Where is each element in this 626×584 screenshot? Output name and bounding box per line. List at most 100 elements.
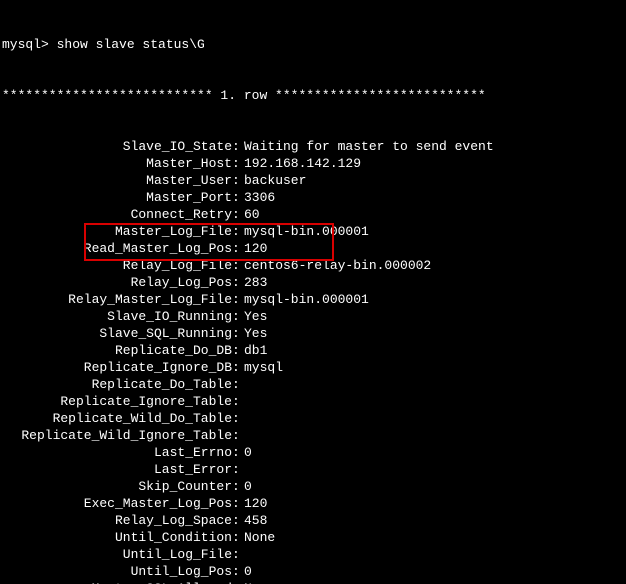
field-separator: : <box>232 376 244 393</box>
status-row: Master_User: backuser <box>0 172 626 189</box>
field-value <box>244 546 626 563</box>
status-row: Replicate_Wild_Do_Table: <box>0 410 626 427</box>
field-value: No <box>244 580 626 584</box>
status-row: Replicate_Ignore_Table: <box>0 393 626 410</box>
field-separator: : <box>232 172 244 189</box>
field-label: Until_Condition <box>0 529 232 546</box>
field-label: Replicate_Wild_Do_Table <box>0 410 232 427</box>
field-separator: : <box>232 580 244 584</box>
field-value: 192.168.142.129 <box>244 155 626 172</box>
field-value: 60 <box>244 206 626 223</box>
field-value: 0 <box>244 478 626 495</box>
field-separator: : <box>232 342 244 359</box>
field-label: Slave_SQL_Running <box>0 325 232 342</box>
status-row: Replicate_Do_Table: <box>0 376 626 393</box>
row-header: *************************** 1. row *****… <box>0 87 626 104</box>
status-row: Master_Port: 3306 <box>0 189 626 206</box>
status-row: Last_Error: <box>0 461 626 478</box>
field-separator: : <box>232 444 244 461</box>
field-label: Relay_Log_Pos <box>0 274 232 291</box>
field-separator: : <box>232 393 244 410</box>
field-value <box>244 427 626 444</box>
field-value: 283 <box>244 274 626 291</box>
field-separator: : <box>232 274 244 291</box>
field-value: backuser <box>244 172 626 189</box>
field-label: Replicate_Wild_Ignore_Table <box>0 427 232 444</box>
field-separator: : <box>232 512 244 529</box>
field-separator: : <box>232 291 244 308</box>
terminal-output: mysql> show slave status\G *************… <box>0 0 626 584</box>
field-value: centos6-relay-bin.000002 <box>244 257 626 274</box>
status-fields: Slave_IO_State: Waiting for master to se… <box>0 138 626 584</box>
field-label: Replicate_Do_DB <box>0 342 232 359</box>
field-separator: : <box>232 308 244 325</box>
status-row: Slave_IO_Running: Yes <box>0 308 626 325</box>
field-separator: : <box>232 495 244 512</box>
field-label: Relay_Log_File <box>0 257 232 274</box>
field-value <box>244 461 626 478</box>
status-row: Relay_Log_File: centos6-relay-bin.000002 <box>0 257 626 274</box>
field-label: Until_Log_Pos <box>0 563 232 580</box>
status-row: Replicate_Do_DB: db1 <box>0 342 626 359</box>
field-label: Last_Errno <box>0 444 232 461</box>
field-value: db1 <box>244 342 626 359</box>
status-row: Last_Errno: 0 <box>0 444 626 461</box>
status-row: Until_Log_File: <box>0 546 626 563</box>
field-label: Master_Host <box>0 155 232 172</box>
field-label: Master_SSL_Allowed <box>0 580 232 584</box>
field-value: Yes <box>244 325 626 342</box>
field-value <box>244 393 626 410</box>
field-value: Waiting for master to send event <box>244 138 626 155</box>
field-value: 458 <box>244 512 626 529</box>
status-row: Master_Log_File: mysql-bin.000001 <box>0 223 626 240</box>
field-label: Relay_Log_Space <box>0 512 232 529</box>
field-label: Read_Master_Log_Pos <box>0 240 232 257</box>
field-separator: : <box>232 529 244 546</box>
field-label: Replicate_Ignore_DB <box>0 359 232 376</box>
status-row: Exec_Master_Log_Pos: 120 <box>0 495 626 512</box>
field-value: 3306 <box>244 189 626 206</box>
field-label: Until_Log_File <box>0 546 232 563</box>
field-value: Yes <box>244 308 626 325</box>
field-value: 120 <box>244 240 626 257</box>
field-value <box>244 376 626 393</box>
field-separator: : <box>232 189 244 206</box>
status-row: Replicate_Ignore_DB: mysql <box>0 359 626 376</box>
status-row: Relay_Log_Pos: 283 <box>0 274 626 291</box>
field-separator: : <box>232 240 244 257</box>
field-separator: : <box>232 563 244 580</box>
field-label: Relay_Master_Log_File <box>0 291 232 308</box>
status-row: Read_Master_Log_Pos: 120 <box>0 240 626 257</box>
field-label: Replicate_Ignore_Table <box>0 393 232 410</box>
field-value: 0 <box>244 563 626 580</box>
status-row: Relay_Log_Space: 458 <box>0 512 626 529</box>
status-row: Relay_Master_Log_File: mysql-bin.000001 <box>0 291 626 308</box>
field-label: Skip_Counter <box>0 478 232 495</box>
field-separator: : <box>232 478 244 495</box>
status-row: Connect_Retry: 60 <box>0 206 626 223</box>
field-separator: : <box>232 138 244 155</box>
status-row: Slave_IO_State: Waiting for master to se… <box>0 138 626 155</box>
field-value: None <box>244 529 626 546</box>
field-value: mysql-bin.000001 <box>244 223 626 240</box>
field-value: 120 <box>244 495 626 512</box>
field-value: mysql-bin.000001 <box>244 291 626 308</box>
field-value: 0 <box>244 444 626 461</box>
status-row: Replicate_Wild_Ignore_Table: <box>0 427 626 444</box>
status-row: Until_Condition: None <box>0 529 626 546</box>
field-label: Master_User <box>0 172 232 189</box>
field-separator: : <box>232 206 244 223</box>
field-label: Master_Log_File <box>0 223 232 240</box>
status-row: Until_Log_Pos: 0 <box>0 563 626 580</box>
field-label: Exec_Master_Log_Pos <box>0 495 232 512</box>
field-separator: : <box>232 427 244 444</box>
field-separator: : <box>232 155 244 172</box>
mysql-prompt-line: mysql> show slave status\G <box>0 36 626 53</box>
field-value: mysql <box>244 359 626 376</box>
field-separator: : <box>232 257 244 274</box>
status-row: Master_SSL_Allowed: No <box>0 580 626 584</box>
status-row: Skip_Counter: 0 <box>0 478 626 495</box>
status-row: Slave_SQL_Running: Yes <box>0 325 626 342</box>
field-label: Master_Port <box>0 189 232 206</box>
field-label: Connect_Retry <box>0 206 232 223</box>
